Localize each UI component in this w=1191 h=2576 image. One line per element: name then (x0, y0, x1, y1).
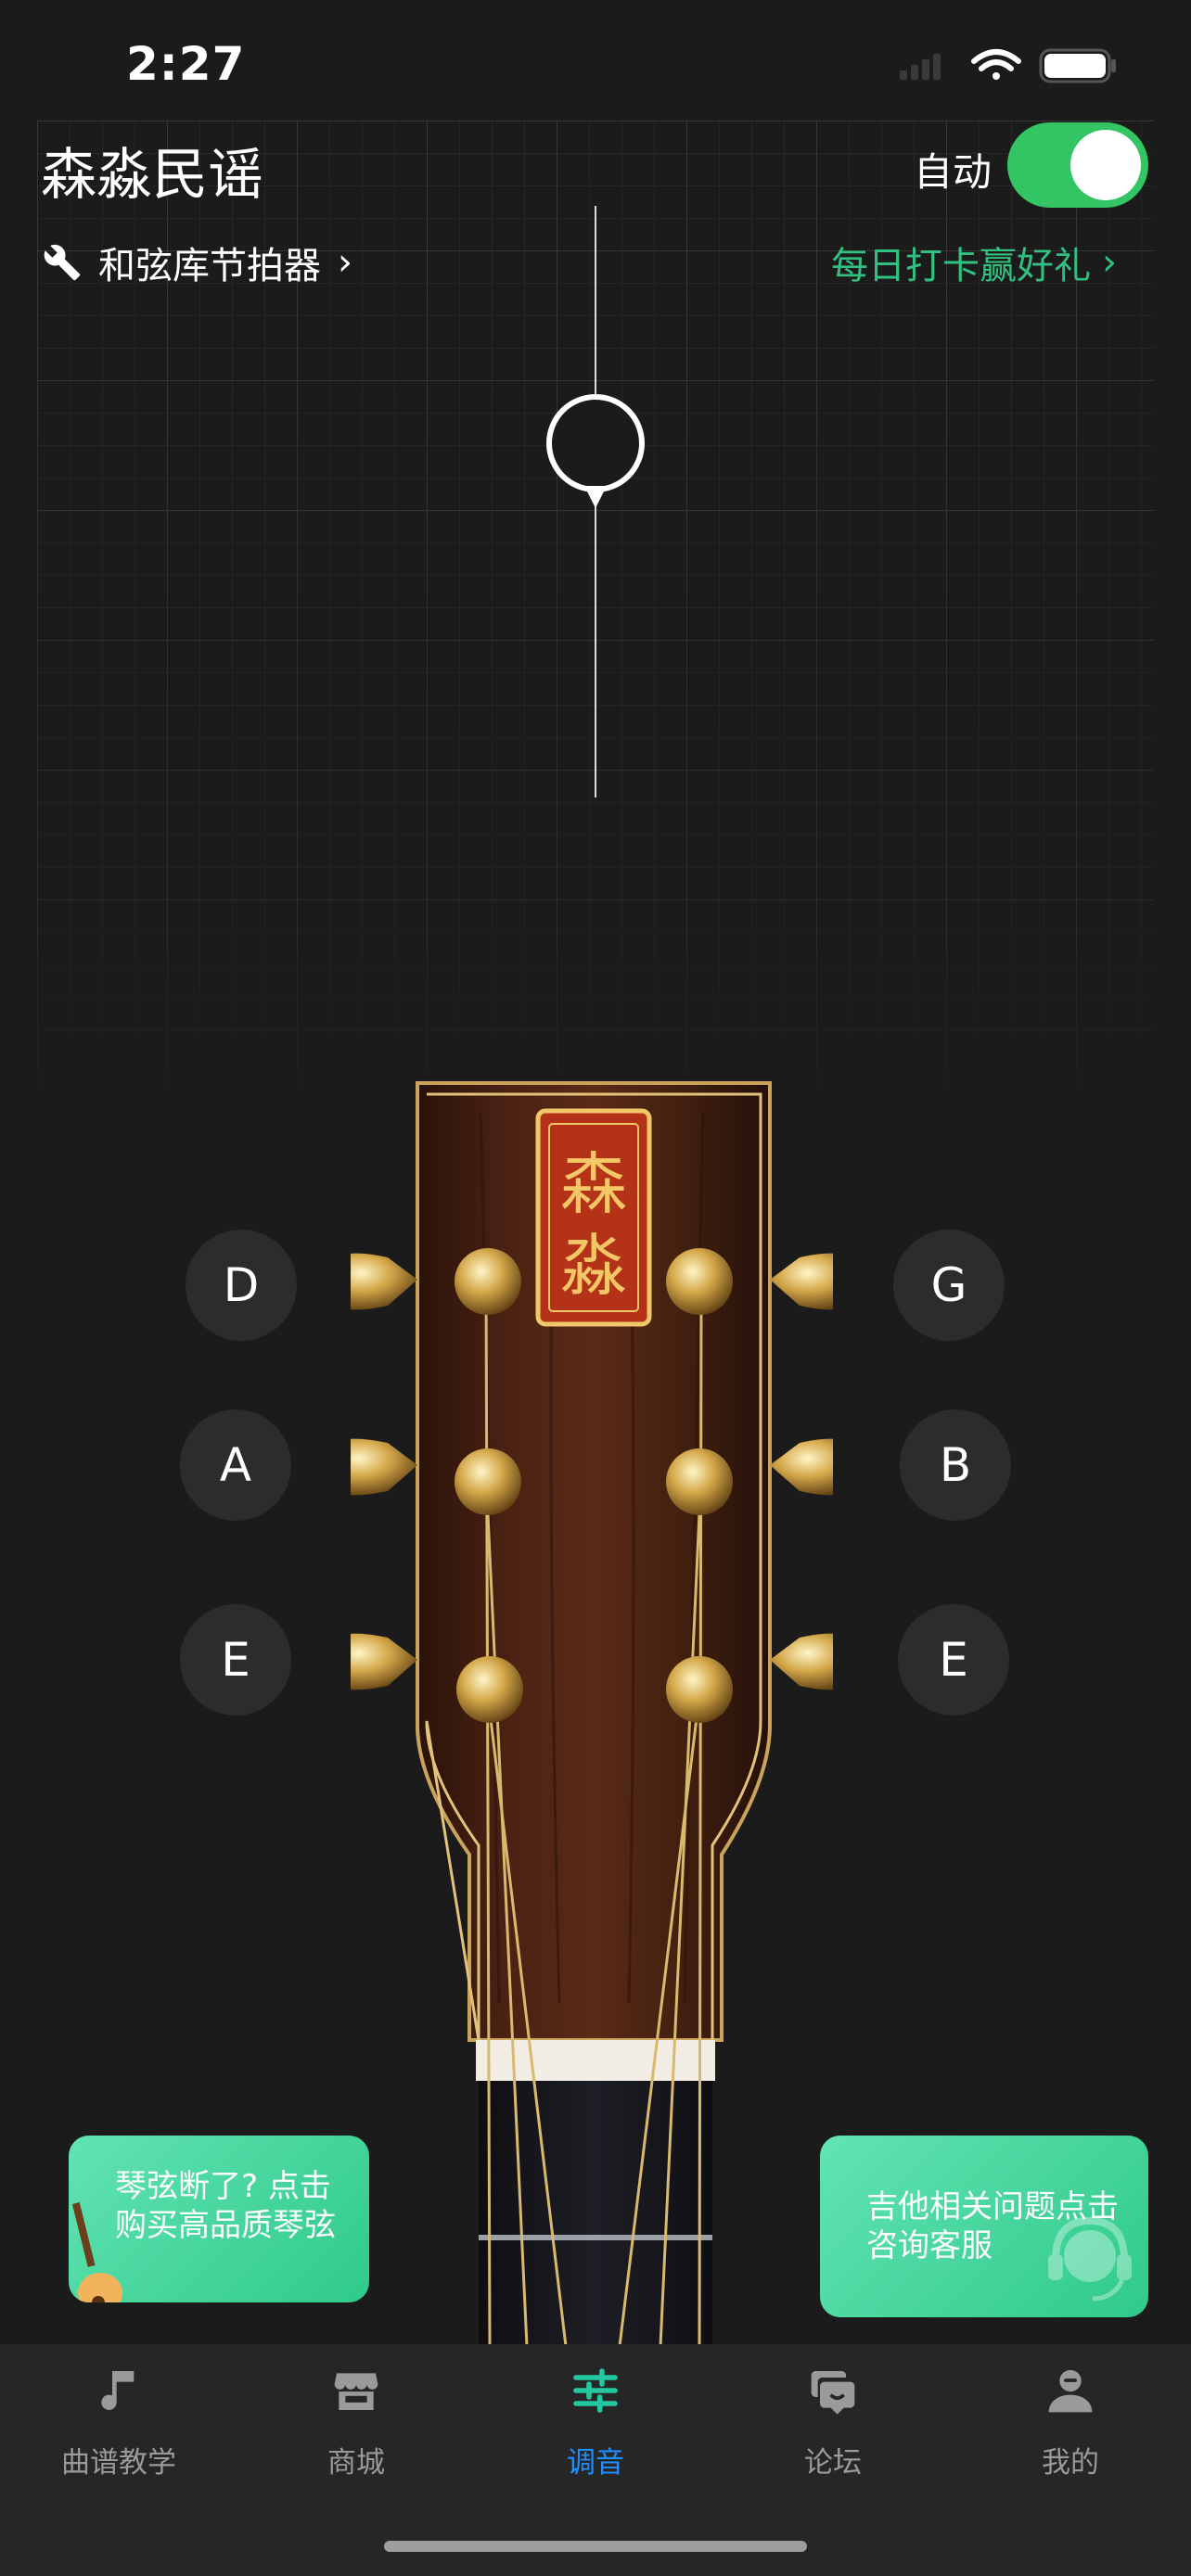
brand-logo: 森 淼 (535, 1108, 652, 1327)
tab-forum[interactable]: 论坛 (714, 2344, 952, 2502)
store-icon (334, 2373, 378, 2410)
buy-strings-promo[interactable]: 琴弦断了? 点击 购买高品质琴弦 (69, 2136, 369, 2302)
checkin-link-label: 每日打卡赢好礼 (831, 245, 1091, 287)
string-5-a-button[interactable]: A (180, 1409, 291, 1521)
forum-chat-icon (811, 2371, 855, 2415)
tab-label: 曲谱教学 (61, 2446, 176, 2480)
status-icons (900, 48, 1116, 83)
svg-text:森: 森 (560, 1145, 627, 1223)
tab-profile[interactable]: 我的 (952, 2344, 1189, 2502)
string-6-e-button[interactable]: E (180, 1604, 291, 1715)
string-3-g-button[interactable]: G (893, 1230, 1005, 1341)
app-title: 森淼民谣 (41, 143, 263, 208)
tab-label: 调音 (567, 2446, 624, 2480)
status-bar-time: 2:27 (126, 37, 246, 91)
tuner-sliders-icon (573, 2368, 618, 2413)
tab-label: 我的 (1042, 2446, 1099, 2480)
svg-text:淼: 淼 (560, 1227, 627, 1305)
cellular-signal-icon (900, 54, 941, 80)
wifi-icon (971, 49, 1021, 80)
daily-checkin-link[interactable]: 每日打卡赢好礼 › (831, 236, 1117, 289)
battery-icon (1039, 48, 1116, 83)
chord-library-metronome-link[interactable]: 和弦库节拍器 › (43, 236, 352, 289)
tab-store[interactable]: 商城 (237, 2344, 475, 2502)
headset-agent-icon (1048, 2216, 1132, 2302)
string-4-d-button[interactable]: D (186, 1230, 297, 1341)
tab-tuner[interactable]: 调音 (477, 2344, 714, 2502)
chevron-right-icon: › (1102, 241, 1117, 284)
profile-icon (1048, 2369, 1093, 2413)
customer-service-promo[interactable]: 吉他相关问题点击咨询客服 (820, 2136, 1148, 2317)
tools-link-label: 和弦库节拍器 (98, 245, 321, 287)
auto-mode-toggle[interactable] (1007, 122, 1148, 208)
string-1-e-button[interactable]: E (898, 1604, 1009, 1715)
string-2-b-button[interactable]: B (900, 1409, 1011, 1521)
toggle-knob (1070, 130, 1141, 200)
chevron-right-icon: › (338, 241, 352, 284)
wrench-icon (44, 244, 81, 281)
home-indicator (384, 2541, 807, 2552)
auto-mode-label: 自动 (914, 149, 992, 195)
buy-strings-promo-text: 琴弦断了? 点击 购买高品质琴弦 (115, 2168, 336, 2244)
music-note-icon (101, 2371, 134, 2410)
guitar-headstock-image: 森 淼 (351, 1081, 833, 2346)
tab-label: 论坛 (804, 2446, 862, 2480)
tab-sheet-music-lessons[interactable]: 曲谱教学 (0, 2344, 237, 2502)
tab-label: 商城 (327, 2446, 385, 2480)
